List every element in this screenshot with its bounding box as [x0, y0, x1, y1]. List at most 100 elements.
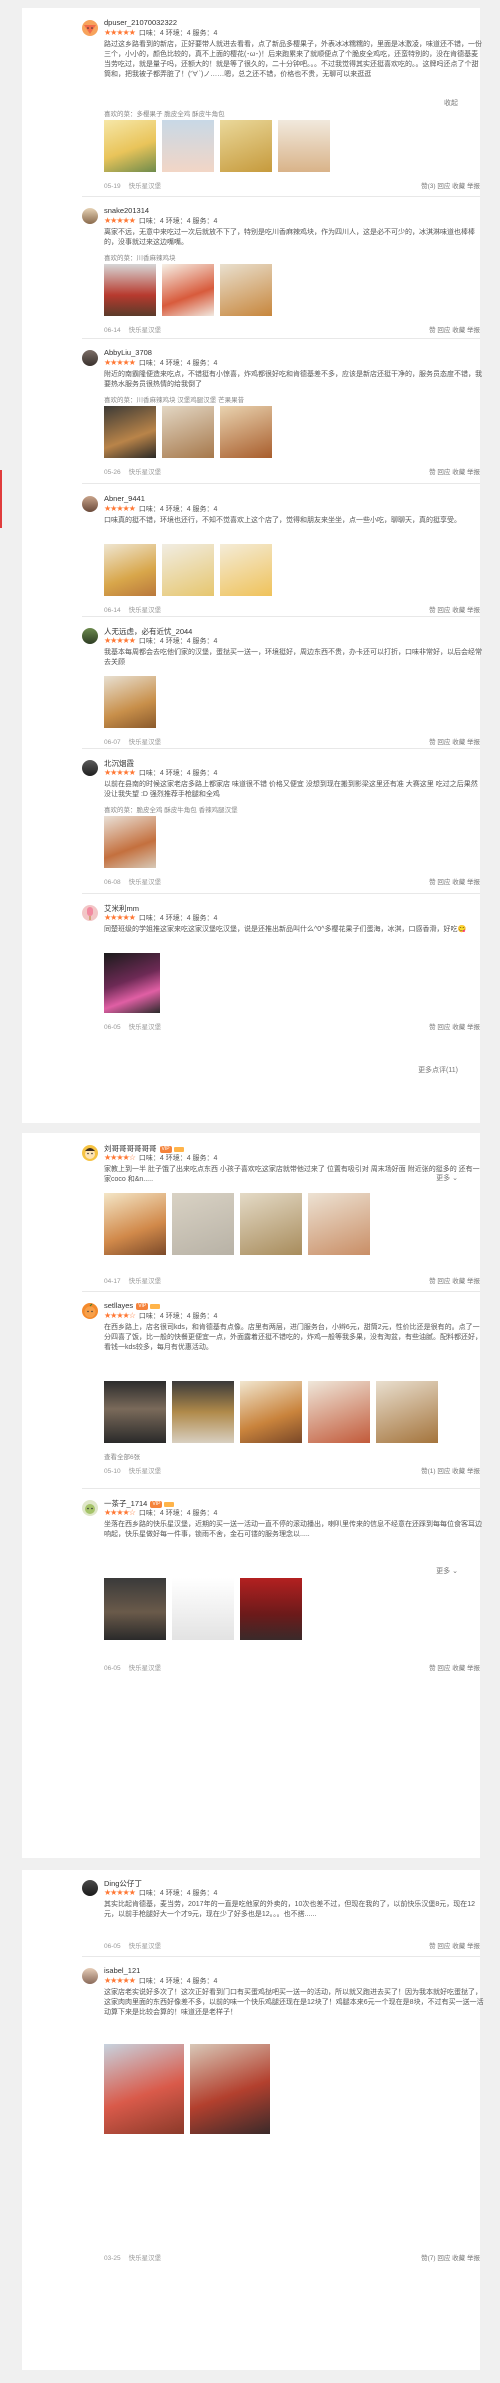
avatar[interactable] [82, 1880, 98, 1896]
review-actions[interactable]: 赞 回应 收藏 举报 [429, 604, 480, 614]
rating-stars: ★★★★★ [104, 768, 136, 777]
review-actions[interactable]: 赞 回应 收藏 举报 [429, 1940, 480, 1950]
view-all-photos-link[interactable]: 查看全部6张 [104, 1451, 484, 1461]
username[interactable]: Abner_9441 [104, 494, 145, 503]
review-photo[interactable] [172, 1578, 234, 1640]
more-link[interactable]: 更多 ⌄ [436, 1173, 458, 1183]
review-images [104, 1193, 424, 1255]
review-photo[interactable] [162, 264, 214, 316]
review-photo[interactable] [220, 544, 272, 596]
shop-link[interactable]: 快乐星汉堡 [129, 469, 162, 476]
review-meta: 06-07 快乐星汉堡 [104, 736, 484, 746]
review-photo[interactable] [240, 1193, 302, 1255]
level-badge [150, 1303, 161, 1309]
review-photo[interactable] [162, 406, 214, 458]
review-images [104, 1578, 364, 1642]
username-text[interactable]: setllayes [104, 1301, 133, 1310]
shop-link[interactable]: 快乐星汉堡 [129, 1468, 162, 1475]
review-photo[interactable] [308, 1381, 370, 1443]
rating-stars: ★★★★★ [104, 1888, 136, 1897]
review-photo[interactable] [104, 2044, 184, 2134]
review-date: 06-05 [104, 1665, 121, 1672]
username[interactable]: dpuser_21070032322 [104, 18, 177, 27]
review-actions[interactable]: 赞 回应 收藏 举报 [429, 736, 480, 746]
review-photo[interactable] [220, 406, 272, 458]
review-actions[interactable]: 赞 回应 收藏 举报 [429, 1021, 480, 1031]
review-actions[interactable]: 赞 回应 收藏 举报 [429, 1662, 480, 1672]
shop-link[interactable]: 快乐星汉堡 [129, 1943, 162, 1950]
username-text[interactable]: 一茶子_1714 [104, 1499, 147, 1508]
shop-link[interactable]: 快乐星汉堡 [129, 879, 162, 886]
score-line: ★★★★☆ 口味：4 环境：4 服务：4 [104, 1153, 217, 1163]
review-photo[interactable] [240, 1578, 302, 1640]
review-actions[interactable]: 赞 回应 收藏 举报 [429, 466, 480, 476]
review-photo[interactable] [104, 120, 156, 172]
shop-link[interactable]: 快乐星汉堡 [129, 607, 162, 614]
cartoon-animal-icon [85, 1504, 95, 1514]
liked-dishes: 喜欢的菜：多樱果子 脆皮全鸡 酥皮牛角包 [104, 111, 225, 118]
review-actions[interactable]: 赞(3) 回应 收藏 举报 [421, 180, 480, 190]
username[interactable]: setllayes VIP [104, 1301, 161, 1310]
review-photo[interactable] [162, 120, 214, 172]
review-photo[interactable] [376, 1381, 438, 1443]
review-photo[interactable] [104, 1381, 166, 1443]
avatar[interactable] [82, 496, 98, 512]
avatar[interactable] [82, 1145, 98, 1161]
review-photo[interactable] [104, 1193, 166, 1255]
review-actions[interactable]: 赞 回应 收藏 举报 [429, 876, 480, 886]
score-line: ★★★★★ 口味：4 环境：4 服务：4 [104, 768, 217, 778]
username-text[interactable]: 刘哥哥哥哥哥哥 [104, 1144, 157, 1153]
review-actions[interactable]: 赞(1) 回应 收藏 举报 [421, 1465, 480, 1475]
review-photo[interactable] [104, 953, 160, 1013]
collapse-link[interactable]: 收起 [444, 98, 458, 108]
review-photo[interactable] [104, 264, 156, 316]
avatar[interactable] [82, 1500, 98, 1516]
avatar[interactable] [82, 760, 98, 776]
more-label[interactable]: 更多 [436, 1568, 450, 1575]
shop-link[interactable]: 快乐星汉堡 [129, 1665, 162, 1672]
review-photo[interactable] [104, 1578, 166, 1640]
popsicle-icon [87, 907, 93, 920]
avatar[interactable] [82, 905, 98, 921]
review-photo[interactable] [190, 2044, 270, 2134]
review-photo[interactable] [104, 816, 156, 868]
review-photo[interactable] [172, 1193, 234, 1255]
review-photo[interactable] [104, 676, 156, 728]
review-photo[interactable] [104, 544, 156, 596]
orange-fruit-icon [84, 1303, 96, 1318]
avatar[interactable] [82, 20, 98, 36]
avatar[interactable] [82, 628, 98, 644]
review-photo[interactable] [172, 1381, 234, 1443]
review-photo[interactable] [308, 1193, 370, 1255]
rating-stars: ★★★★☆ [104, 1508, 136, 1517]
review-images [104, 264, 404, 316]
shop-link[interactable]: 快乐星汉堡 [129, 183, 162, 190]
username[interactable]: snake201314 [104, 206, 149, 215]
shop-link[interactable]: 快乐星汉堡 [129, 1024, 162, 1031]
review-photo[interactable] [162, 544, 214, 596]
review-photo[interactable] [220, 264, 272, 316]
review-actions[interactable]: 赞(7) 回应 收藏 举报 [421, 2252, 480, 2262]
avatar[interactable] [82, 1303, 98, 1319]
review-photo[interactable] [104, 406, 156, 458]
shop-link[interactable]: 快乐星汉堡 [129, 2255, 162, 2262]
shop-link[interactable]: 快乐星汉堡 [129, 739, 162, 746]
review-item: 北沉烟霞 ★★★★★ 口味：4 环境：4 服务：4 以前在县南的时候这家老店多路上… [22, 758, 480, 898]
review-photo[interactable] [240, 1381, 302, 1443]
username[interactable]: isabel_121 [104, 1966, 140, 1975]
more-link[interactable]: 更多 ⌄ [436, 1566, 458, 1576]
avatar[interactable] [82, 350, 98, 366]
review-actions[interactable]: 赞 回应 收藏 举报 [429, 324, 480, 334]
review-images [104, 953, 224, 1013]
avatar[interactable] [82, 208, 98, 224]
shop-link[interactable]: 快乐星汉堡 [129, 327, 162, 334]
shop-link[interactable]: 快乐星汉堡 [129, 1278, 162, 1285]
username[interactable]: AbbyLiu_3708 [104, 348, 152, 357]
review-photo[interactable] [278, 120, 330, 172]
show-more-reviews-link[interactable]: 更多点评(11) [418, 1065, 458, 1075]
review-actions[interactable]: 赞 回应 收藏 举报 [429, 1275, 480, 1285]
more-label[interactable]: 更多 [436, 1175, 450, 1182]
rating-stars: ★★★★★ [104, 504, 136, 513]
review-photo[interactable] [220, 120, 272, 172]
avatar[interactable] [82, 1968, 98, 1984]
